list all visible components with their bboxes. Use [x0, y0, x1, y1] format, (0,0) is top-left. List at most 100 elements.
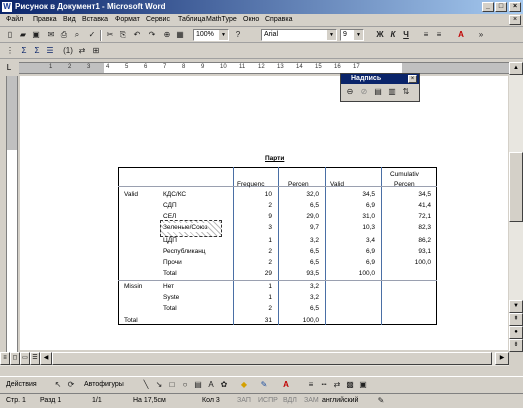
- dash-style-icon[interactable]: ┅: [318, 379, 330, 391]
- menu-table[interactable]: Таблица: [178, 16, 205, 23]
- fill-color-icon[interactable]: ◆: [238, 379, 250, 391]
- email-icon[interactable]: ✉: [45, 29, 57, 41]
- status-rec[interactable]: ЗАП: [237, 397, 251, 404]
- equation-browse-icon[interactable]: ⊞: [90, 45, 102, 57]
- scroll-down-icon[interactable]: ▼: [509, 300, 523, 313]
- toolbar-grip[interactable]: ⋮: [4, 45, 16, 57]
- text-direction-icon[interactable]: ⇅: [400, 86, 412, 98]
- status-track[interactable]: ИСПР: [258, 397, 278, 404]
- line-color-icon[interactable]: ✎: [258, 379, 270, 391]
- redo-icon[interactable]: ↷: [146, 29, 158, 41]
- horizontal-ruler[interactable]: 1 2 3 4 5 6 7 8 9 10 11 12 13 14 15 16 1…: [19, 62, 509, 74]
- zoom-select[interactable]: 100% ▼: [193, 29, 229, 41]
- arrow-icon[interactable]: ↘: [153, 379, 165, 391]
- shadow-icon[interactable]: ▩: [344, 379, 356, 391]
- scroll-left-icon[interactable]: ◀: [40, 352, 52, 365]
- tab-selector[interactable]: L: [2, 62, 16, 74]
- vertical-ruler[interactable]: [6, 76, 18, 352]
- next-page-icon[interactable]: ⇟: [509, 339, 523, 352]
- doc-close-button[interactable]: ×: [509, 15, 521, 25]
- undo-icon[interactable]: ↶: [131, 29, 143, 41]
- menu-edit[interactable]: Правка: [33, 16, 57, 23]
- status-overwrite[interactable]: ЗАМ: [304, 397, 319, 404]
- menu-window[interactable]: Окно: [243, 16, 259, 23]
- menu-format[interactable]: Формат: [115, 16, 140, 23]
- textbox-toolbar: Надпись × ⊖ ⊘ ▤ ▥ ⇅: [340, 73, 420, 102]
- underline-button[interactable]: Ч: [400, 29, 412, 41]
- spelling-icon[interactable]: ✓: [86, 29, 98, 41]
- unlink-icon[interactable]: ⊘: [358, 86, 370, 98]
- prev-textbox-icon[interactable]: ▤: [372, 86, 384, 98]
- align-left-icon[interactable]: ≡: [420, 29, 432, 41]
- scroll-thumb[interactable]: [52, 352, 492, 365]
- align-center-icon[interactable]: ≡: [433, 29, 445, 41]
- new-document-icon[interactable]: ▯: [4, 29, 16, 41]
- scroll-thumb[interactable]: [509, 152, 523, 222]
- menu-mathtype[interactable]: MathType: [206, 16, 237, 23]
- math-sum-alt-icon[interactable]: Σ: [31, 45, 43, 57]
- italic-button[interactable]: К: [387, 29, 399, 41]
- free-rotate-icon[interactable]: ⟳: [65, 379, 77, 391]
- close-icon[interactable]: ×: [408, 75, 417, 83]
- close-button[interactable]: ×: [509, 2, 521, 12]
- hyperlink-icon[interactable]: ⊕: [161, 29, 173, 41]
- autoshapes-menu[interactable]: Автофигуры: [84, 381, 124, 388]
- section-valid: Valid: [124, 191, 138, 198]
- browse-object-icon[interactable]: ●: [509, 326, 523, 339]
- help-icon[interactable]: ?: [232, 29, 244, 41]
- print-icon[interactable]: ⎙: [58, 29, 70, 41]
- font-select[interactable]: Arial ▼: [261, 29, 337, 41]
- tables-borders-icon[interactable]: ▦: [174, 29, 186, 41]
- font-color-icon[interactable]: A: [455, 29, 467, 41]
- 3d-icon[interactable]: ▣: [357, 379, 369, 391]
- scroll-up-icon[interactable]: ▲: [509, 62, 523, 75]
- font-size-select[interactable]: 9 ▼: [340, 29, 364, 41]
- scroll-right-icon[interactable]: ▶: [495, 352, 509, 365]
- paste-icon[interactable]: ⎘: [117, 29, 129, 41]
- math-matrix-icon[interactable]: ☰: [44, 45, 56, 57]
- chevron-down-icon[interactable]: ▼: [354, 30, 363, 40]
- minimize-button[interactable]: _: [482, 2, 494, 12]
- rectangle-icon[interactable]: □: [166, 379, 178, 391]
- save-icon[interactable]: ▣: [30, 29, 42, 41]
- menu-view[interactable]: Вид: [63, 16, 76, 23]
- outline-view-icon[interactable]: ☰: [30, 352, 40, 365]
- next-textbox-icon[interactable]: ▥: [386, 86, 398, 98]
- table-title: Парти: [265, 155, 285, 162]
- math-sum-icon[interactable]: Σ: [18, 45, 30, 57]
- chevron-down-icon[interactable]: ▼: [219, 30, 228, 40]
- vertical-scrollbar[interactable]: ▲ ▼ ⇞ ● ⇟: [509, 62, 523, 352]
- spelling-status-icon[interactable]: ✎: [375, 395, 387, 407]
- actions-menu[interactable]: Действия: [6, 381, 37, 388]
- print-preview-icon[interactable]: ⌕: [71, 29, 83, 41]
- arrow-style-icon[interactable]: ⇄: [331, 379, 343, 391]
- word-app-icon[interactable]: W: [2, 2, 12, 12]
- link-icon[interactable]: ⊖: [344, 86, 356, 98]
- prev-page-icon[interactable]: ⇞: [509, 313, 523, 326]
- bold-button[interactable]: Ж: [374, 29, 386, 41]
- line-icon[interactable]: ╲: [140, 379, 152, 391]
- print-view-icon[interactable]: ▭: [20, 352, 30, 365]
- chevron-down-icon[interactable]: ▼: [327, 30, 336, 40]
- menu-insert[interactable]: Вставка: [82, 16, 108, 23]
- cut-icon[interactable]: ✂: [104, 29, 116, 41]
- menu-file[interactable]: Файл: [6, 16, 23, 23]
- select-pointer-icon[interactable]: ↖: [52, 379, 64, 391]
- normal-view-icon[interactable]: ≡: [0, 352, 10, 365]
- clipart-icon[interactable]: ✿: [218, 379, 230, 391]
- oval-icon[interactable]: ○: [179, 379, 191, 391]
- textbox-icon[interactable]: ▤: [192, 379, 204, 391]
- menu-help[interactable]: Справка: [265, 16, 292, 23]
- horizontal-scrollbar[interactable]: ≡ ◻ ▭ ☰ ◀ ▶: [0, 352, 509, 366]
- line-style-icon[interactable]: ≡: [305, 379, 317, 391]
- status-extend[interactable]: ВДЛ: [283, 397, 297, 404]
- menu-tools[interactable]: Сервис: [146, 16, 170, 23]
- maximize-button[interactable]: □: [495, 2, 507, 12]
- equation-ref-icon[interactable]: ⇄: [76, 45, 88, 57]
- wordart-icon[interactable]: A: [205, 379, 217, 391]
- web-view-icon[interactable]: ◻: [10, 352, 20, 365]
- open-folder-icon[interactable]: ▰: [17, 29, 29, 41]
- toolbar-options-icon[interactable]: »: [475, 29, 487, 41]
- font-color-icon[interactable]: A: [280, 379, 292, 391]
- equation-number-icon[interactable]: (1): [62, 45, 74, 57]
